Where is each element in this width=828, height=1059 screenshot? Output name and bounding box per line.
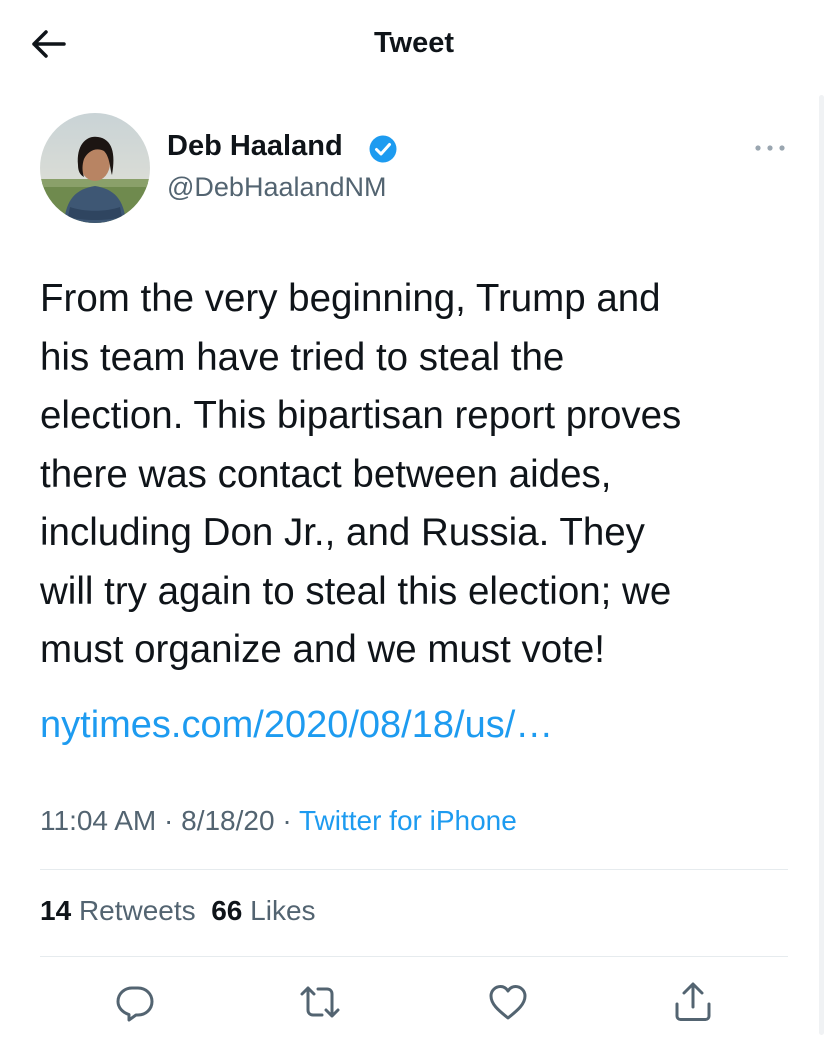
tweet-line: From the very beginning, Trump and	[40, 277, 661, 320]
likes-count: 66	[211, 895, 243, 926]
tweet-line: must organize and we must vote!	[40, 628, 605, 671]
meta-separator: ·	[164, 805, 174, 836]
likes-label: Likes	[250, 895, 316, 926]
more-options-icon[interactable]	[752, 138, 788, 158]
share-icon	[675, 982, 711, 1021]
header: Tweet	[0, 0, 828, 92]
tweet-time: 11:04 AM	[40, 805, 157, 836]
retweets-label: Retweets	[78, 895, 196, 926]
tweet-source-link[interactable]: Twitter for iPhone	[299, 805, 517, 836]
divider	[40, 869, 788, 870]
tweet-date: 8/18/20	[181, 805, 275, 836]
tweet-meta: 11:04 AM · 8/18/20 · Twitter for iPhone	[40, 805, 517, 837]
tweet-line: including Don Jr., and Russia. They	[40, 511, 645, 554]
tweet-line: election. This bipartisan report proves	[40, 394, 682, 437]
like-button[interactable]	[486, 980, 530, 1024]
tweet-text: From the very beginning, Trump and his t…	[40, 270, 800, 680]
tweet-line: there was contact between aides,	[40, 452, 612, 496]
retweet-button[interactable]	[298, 980, 342, 1024]
retweets-count: 14	[40, 895, 72, 926]
retweet-icon	[300, 986, 340, 1018]
reply-icon	[116, 986, 154, 1022]
page-title: Tweet	[373, 27, 455, 59]
scrollbar[interactable]	[819, 95, 824, 1035]
share-button[interactable]	[671, 980, 715, 1024]
retweets-stat[interactable]: 14 Retweets	[40, 895, 196, 926]
tweet-line: will try again to steal this election; w…	[40, 569, 672, 613]
tweet-stats: 14 Retweets 66 Likes	[40, 895, 316, 927]
meta-separator: ·	[282, 805, 292, 836]
like-icon	[489, 985, 527, 1020]
verified-badge-icon	[368, 134, 398, 164]
avatar[interactable]	[40, 113, 150, 223]
reply-button[interactable]	[113, 980, 157, 1024]
tweet-link[interactable]: nytimes.com/2020/08/18/us/…	[40, 697, 553, 753]
likes-stat[interactable]: 66 Likes	[211, 895, 315, 926]
author-name[interactable]: Deb Haaland	[167, 130, 343, 163]
author-handle[interactable]: @DebHaalandNM	[167, 172, 387, 203]
divider	[40, 956, 788, 957]
tweet-line: his team have tried to steal the	[40, 335, 565, 379]
